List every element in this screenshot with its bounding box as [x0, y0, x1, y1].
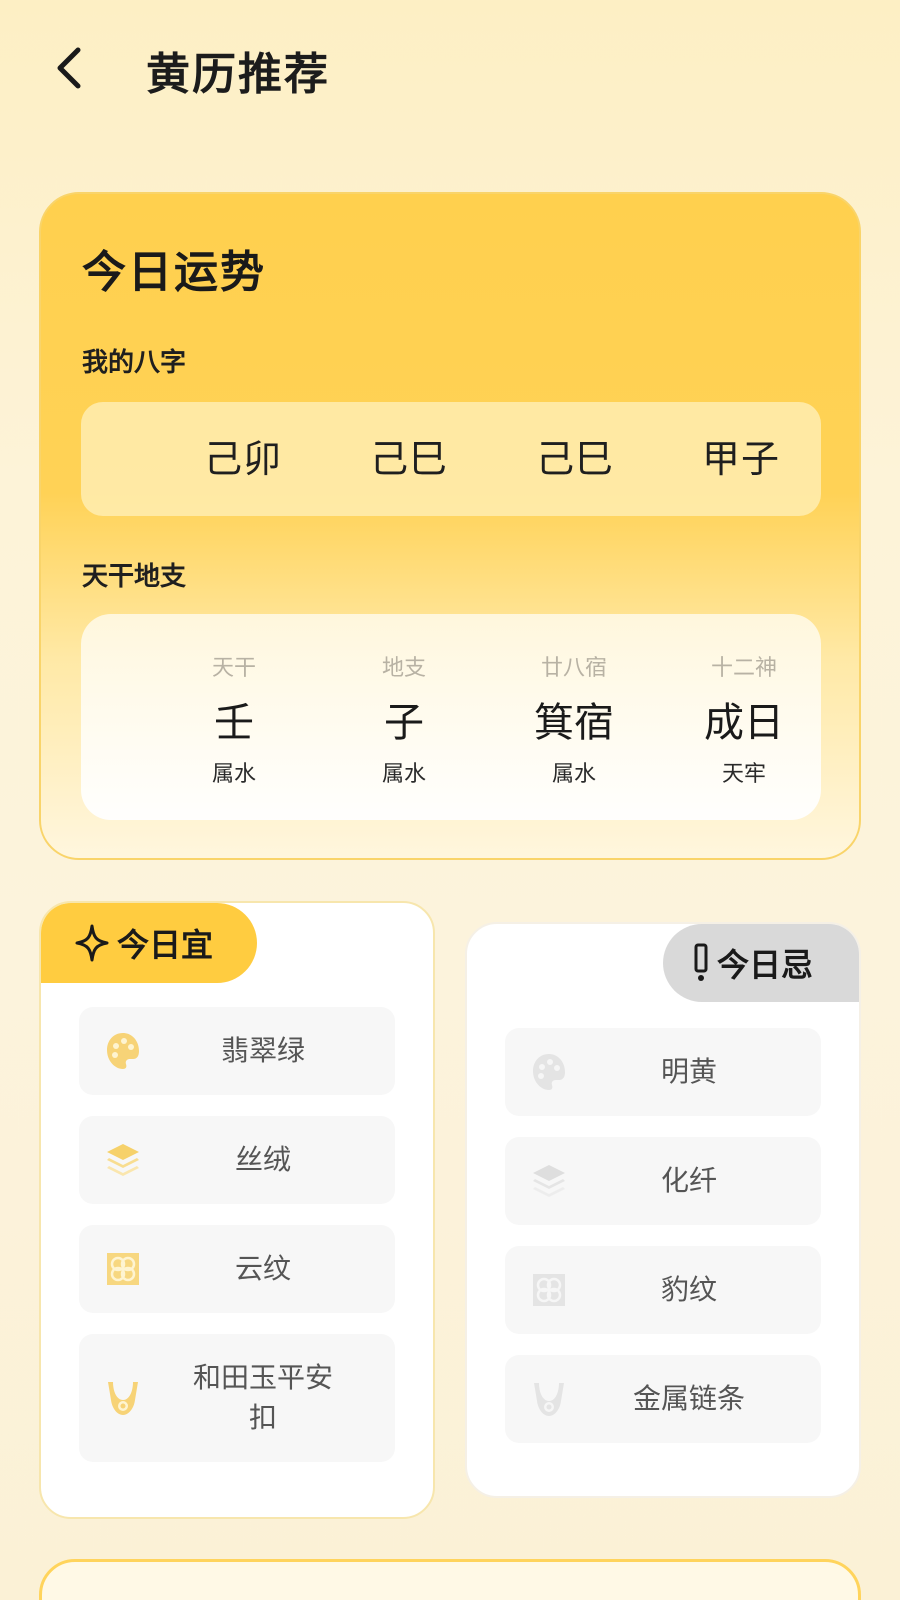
- palette-icon: [533, 1054, 565, 1090]
- necklace-icon: [534, 1383, 564, 1416]
- ji-item[interactable]: 化纤: [505, 1137, 821, 1225]
- ji-tag: 今日忌: [663, 924, 859, 1002]
- ji-item-label: 金属链条: [632, 1382, 745, 1415]
- ganzhi-label: 天干地支: [82, 562, 187, 592]
- yi-item-label: 翡翠绿: [220, 1034, 305, 1067]
- ganzhi-sub: 天牢: [721, 762, 766, 787]
- ji-item[interactable]: 豹纹: [505, 1246, 821, 1334]
- ganzhi-category: 廿八宿: [540, 656, 607, 681]
- next-section-card: [39, 1559, 861, 1600]
- chevron-left-icon: [57, 47, 81, 89]
- yi-item-label: 云纹: [234, 1252, 291, 1285]
- ganzhi-column: 廿八宿 箕宿 属水: [489, 614, 659, 820]
- yi-item-label: 丝绒: [234, 1143, 291, 1176]
- ganzhi-sub: 属水: [381, 762, 426, 787]
- back-button[interactable]: [44, 40, 94, 96]
- ganzhi-column: 十二神 成日 天牢: [659, 614, 829, 820]
- yi-item[interactable]: 和田玉平安扣: [79, 1334, 395, 1462]
- today-ji-card: 今日忌 明黄 化纤 豹纹 金属链条: [465, 922, 861, 1498]
- page-title: 黄历推荐: [146, 49, 330, 100]
- layers-icon: [533, 1165, 565, 1197]
- exclamation-icon: [694, 943, 708, 981]
- sparkle-icon: [75, 924, 109, 962]
- ganzhi-column: 天干 壬 属水: [149, 614, 319, 820]
- palette-icon: [107, 1033, 139, 1069]
- ganzhi-value: 成日: [704, 700, 784, 746]
- ji-item[interactable]: 明黄: [505, 1028, 821, 1116]
- ji-item-label: 化纤: [660, 1164, 717, 1197]
- yi-tag-label: 今日宜: [117, 926, 214, 964]
- yi-item-label: 和田玉平安扣: [192, 1361, 333, 1434]
- ji-item-label: 豹纹: [660, 1273, 717, 1306]
- yi-item[interactable]: 翡翠绿: [79, 1007, 395, 1095]
- pattern-icon: [533, 1274, 565, 1306]
- bazi-box: 己卯 己巳 己巳 甲子: [81, 402, 821, 516]
- ganzhi-category: 十二神: [710, 656, 777, 681]
- pattern-icon: [107, 1253, 139, 1285]
- header: 黄历推荐: [0, 0, 900, 140]
- ganzhi-category: 地支: [381, 656, 426, 681]
- ji-item[interactable]: 金属链条: [505, 1355, 821, 1443]
- ganzhi-sub: 属水: [551, 762, 596, 787]
- necklace-icon: [108, 1382, 138, 1415]
- ganzhi-category: 天干: [211, 656, 256, 681]
- ganzhi-value: 子: [384, 700, 424, 746]
- today-fortune-card: 今日运势 我的八字 己卯 己巳 己巳 甲子 天干地支 天干 壬 属水 地支 子 …: [39, 192, 861, 860]
- today-yi-card: 今日宜 翡翠绿 丝绒 云纹 和田玉平安扣: [39, 901, 435, 1519]
- layers-icon: [107, 1144, 139, 1176]
- bazi-day: 己巳: [535, 437, 614, 481]
- yi-tag: 今日宜: [41, 903, 257, 983]
- ganzhi-box: 天干 壬 属水 地支 子 属水 廿八宿 箕宿 属水 十二神 成日 天牢: [81, 614, 821, 820]
- bazi-label: 我的八字: [82, 348, 187, 378]
- ji-tag-label: 今日忌: [717, 946, 814, 984]
- yi-item[interactable]: 云纹: [79, 1225, 395, 1313]
- fortune-title: 今日运势: [82, 247, 266, 298]
- ganzhi-value: 箕宿: [534, 700, 614, 746]
- ganzhi-column: 地支 子 属水: [319, 614, 489, 820]
- bazi-hour: 甲子: [701, 437, 780, 481]
- bazi-month: 己巳: [369, 437, 448, 481]
- ganzhi-sub: 属水: [211, 762, 256, 787]
- bazi-year: 己卯: [203, 437, 282, 481]
- ji-item-label: 明黄: [660, 1055, 717, 1088]
- ganzhi-value: 壬: [214, 700, 254, 746]
- yi-item[interactable]: 丝绒: [79, 1116, 395, 1204]
